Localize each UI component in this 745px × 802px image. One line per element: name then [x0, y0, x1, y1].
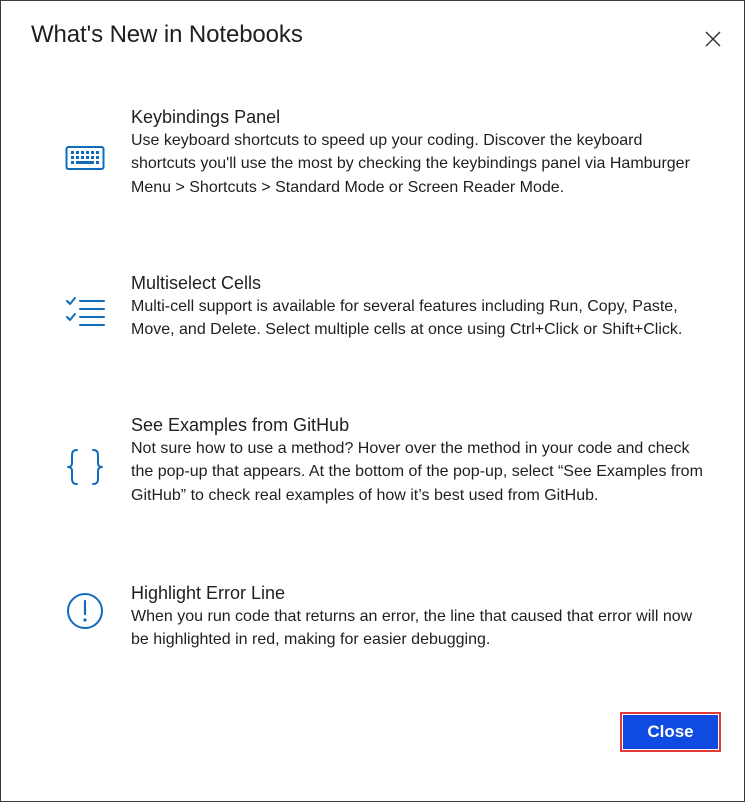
checklist-icon: [59, 287, 111, 339]
keyboard-icon: [59, 133, 111, 185]
close-icon[interactable]: [701, 27, 725, 51]
feature-heading: See Examples from GitHub: [131, 415, 350, 435]
feature-description: When you run code that returns an error,…: [131, 608, 693, 649]
dialog-title: What's New in Notebooks: [31, 21, 303, 48]
feature-heading: Keybindings Panel: [131, 107, 281, 127]
whats-new-dialog: What's New in Notebooks Keybindings Pane…: [0, 0, 745, 802]
feature-description: Multi-cell support is available for seve…: [131, 298, 683, 339]
feature-description: Not sure how to use a method? Hover over…: [131, 440, 703, 504]
curly-braces-icon: [59, 441, 111, 493]
feature-heading: Multiselect Cells: [131, 273, 262, 293]
feature-description: Use keyboard shortcuts to speed up your …: [131, 132, 690, 196]
close-button[interactable]: Close: [620, 712, 721, 752]
info-icon: [59, 585, 111, 637]
feature-heading: Highlight Error Line: [131, 583, 286, 603]
